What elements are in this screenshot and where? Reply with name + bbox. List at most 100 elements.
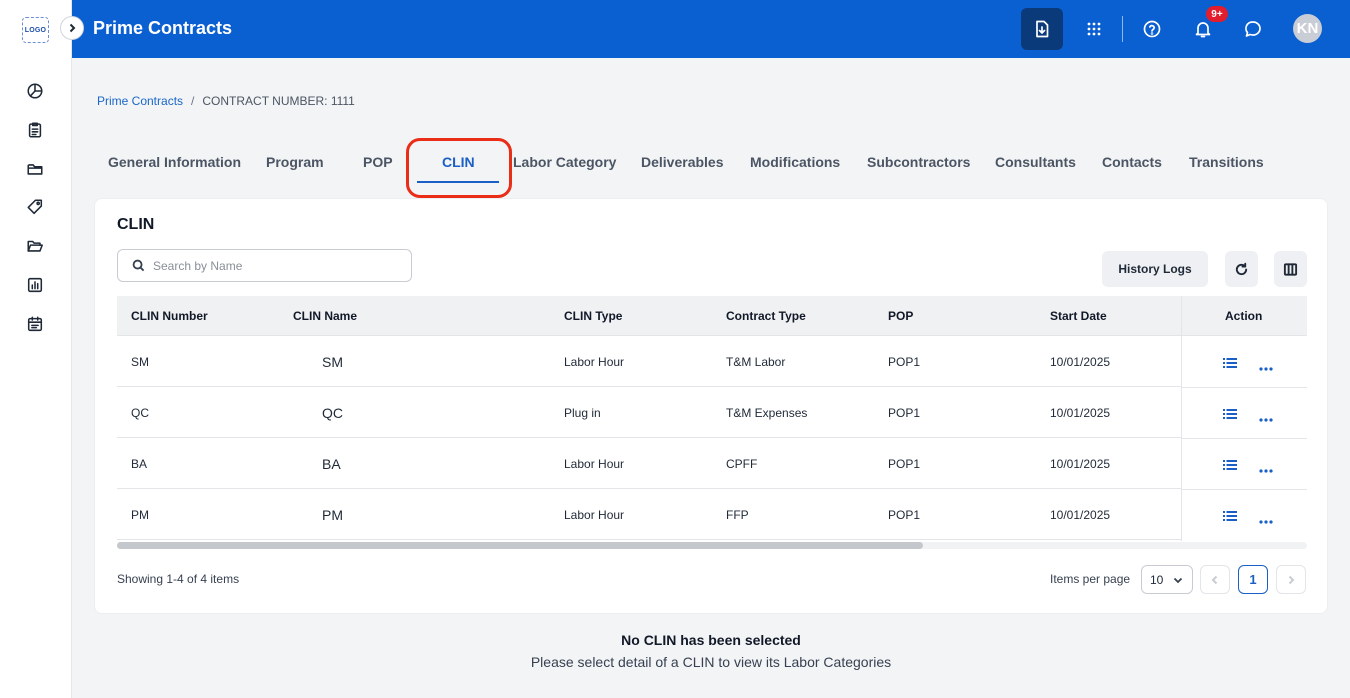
top-bar: Prime Contracts 9+ KN [72, 0, 1350, 58]
tab-deliverables[interactable]: Deliverables [641, 154, 724, 170]
col-start-date[interactable]: Start Date [1050, 309, 1107, 323]
breadcrumb-root-link[interactable]: Prime Contracts [97, 94, 183, 108]
col-clin-number[interactable]: CLIN Number [131, 309, 208, 323]
col-contract-type[interactable]: Contract Type [726, 309, 806, 323]
cell-start-date: 10/01/2025 [1050, 355, 1111, 369]
sidebar-toggle-button[interactable] [60, 16, 84, 40]
refresh-icon [1235, 262, 1248, 275]
cell-start-date: 10/01/2025 [1050, 508, 1111, 522]
search-input[interactable] [153, 258, 393, 273]
next-page-button[interactable] [1276, 565, 1306, 594]
clin-card: CLIN History Logs CLIN Number CLIN Name … [94, 198, 1328, 614]
search-icon [132, 259, 145, 272]
col-action-header: Action [1182, 296, 1307, 336]
list-icon [1223, 511, 1237, 521]
chevron-right-icon [1288, 575, 1295, 584]
tab-modifications[interactable]: Modifications [750, 154, 840, 170]
chat-button[interactable] [1232, 8, 1274, 50]
cell-clin-type: Labor Hour [564, 508, 625, 522]
tag-icon[interactable] [25, 197, 45, 217]
clipboard-icon[interactable] [25, 120, 45, 140]
table-header: CLIN Number CLIN Name CLIN Type Contract… [117, 296, 1307, 336]
side-rail: LOGO [0, 0, 72, 698]
more-dots-icon [1259, 469, 1273, 473]
cell-contract-type: FFP [726, 508, 749, 522]
scrollbar-thumb[interactable] [117, 542, 923, 549]
more-actions-button[interactable] [1259, 461, 1273, 473]
empty-state-title: No CLIN has been selected [621, 632, 801, 648]
tab-consultants[interactable]: Consultants [995, 154, 1076, 170]
more-actions-button[interactable] [1259, 410, 1273, 422]
chevron-down-icon [1173, 577, 1183, 584]
calendar-icon[interactable] [25, 314, 45, 334]
empty-state-subtitle: Please select detail of a CLIN to view i… [530, 654, 892, 670]
view-details-button[interactable] [1223, 458, 1237, 470]
apps-grid-button[interactable] [1073, 8, 1115, 50]
tab-transitions[interactable]: Transitions [1189, 154, 1264, 170]
cell-clin-type: Plug in [564, 406, 601, 420]
cell-clin-name: QC [322, 405, 343, 421]
prev-page-button[interactable] [1200, 565, 1230, 594]
cell-clin-name: PM [322, 507, 343, 523]
items-per-page-label: Items per page [1050, 572, 1131, 586]
list-icon [1223, 409, 1237, 419]
table-row[interactable]: PM PM Labor Hour FFP POP1 10/01/2025 [117, 489, 1307, 540]
user-avatar[interactable]: KN [1293, 14, 1322, 43]
more-actions-button[interactable] [1259, 359, 1273, 371]
cell-clin-name: BA [322, 456, 341, 472]
tab-program[interactable]: Program [266, 154, 324, 170]
tab-pop[interactable]: POP [363, 154, 393, 170]
cell-start-date: 10/01/2025 [1050, 457, 1111, 471]
table-row[interactable]: SM SM Labor Hour T&M Labor POP1 10/01/20… [117, 336, 1307, 387]
col-pop[interactable]: POP [888, 309, 913, 323]
items-per-page-value: 10 [1150, 572, 1164, 587]
cell-clin-number: QC [131, 406, 149, 420]
bell-icon [1195, 22, 1211, 38]
list-icon [1223, 358, 1237, 368]
view-details-button[interactable] [1223, 356, 1237, 368]
dashboard-pie-icon[interactable] [25, 81, 45, 101]
history-logs-button[interactable]: History Logs [1102, 251, 1208, 287]
table-row[interactable]: BA BA Labor Hour CPFF POP1 10/01/2025 [117, 438, 1307, 489]
contract-tabs: General Information Program POP CLIN Lab… [0, 154, 1350, 184]
more-actions-button[interactable] [1259, 512, 1273, 524]
download-file-icon [1036, 20, 1049, 38]
notifications-button[interactable]: 9+ [1182, 6, 1228, 50]
view-details-button[interactable] [1223, 509, 1237, 521]
report-chart-icon[interactable] [25, 275, 45, 295]
view-details-button[interactable] [1223, 407, 1237, 419]
app-logo[interactable]: LOGO [22, 17, 49, 43]
clin-table: CLIN Number CLIN Name CLIN Type Contract… [117, 296, 1307, 546]
table-horizontal-scrollbar[interactable] [117, 542, 1307, 549]
more-dots-icon [1259, 418, 1273, 422]
clin-section-title: CLIN [117, 216, 155, 233]
cell-clin-type: Labor Hour [564, 457, 625, 471]
chevron-left-icon [1211, 575, 1218, 584]
cell-clin-number: SM [131, 355, 149, 369]
tab-general-information[interactable]: General Information [108, 154, 241, 170]
grid-dots-icon [1087, 22, 1101, 36]
chat-bubble-icon [1245, 21, 1261, 37]
tab-labor-category[interactable]: Labor Category [513, 154, 616, 170]
tab-subcontractors[interactable]: Subcontractors [867, 154, 970, 170]
app-title: Prime Contracts [93, 18, 233, 38]
columns-button[interactable] [1274, 251, 1307, 287]
col-clin-name[interactable]: CLIN Name [293, 309, 357, 323]
items-per-page-select[interactable]: 10 [1141, 565, 1193, 594]
cell-clin-type: Labor Hour [564, 355, 625, 369]
download-button[interactable] [1021, 8, 1063, 50]
table-row[interactable]: QC QC Plug in T&M Expenses POP1 10/01/20… [117, 387, 1307, 438]
tab-contacts[interactable]: Contacts [1102, 154, 1162, 170]
cell-contract-type: T&M Expenses [726, 406, 808, 420]
cell-start-date: 10/01/2025 [1050, 406, 1111, 420]
col-clin-type[interactable]: CLIN Type [564, 309, 622, 323]
cell-pop: POP1 [888, 355, 921, 369]
columns-icon [1283, 262, 1298, 276]
page-number-button[interactable]: 1 [1238, 565, 1268, 594]
refresh-button[interactable] [1225, 251, 1258, 287]
open-folder-icon[interactable] [25, 236, 45, 256]
help-button[interactable] [1131, 8, 1173, 50]
breadcrumb-current: CONTRACT NUMBER: 1111 [202, 94, 355, 108]
cell-clin-number: BA [131, 457, 148, 471]
clin-search[interactable] [117, 249, 412, 282]
